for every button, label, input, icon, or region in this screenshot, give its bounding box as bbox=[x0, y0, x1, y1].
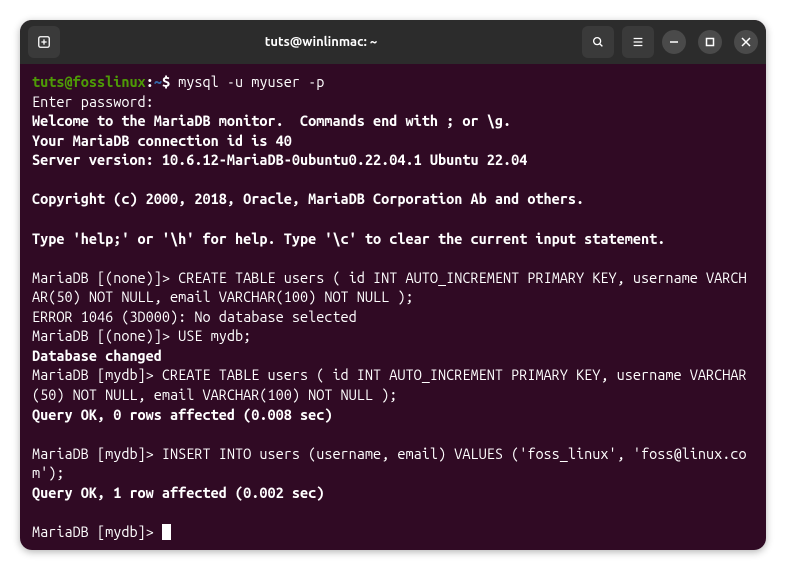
sql-statement: USE mydb; bbox=[178, 327, 251, 344]
prompt-user: tuts@fosslinux bbox=[32, 73, 146, 90]
terminal-content[interactable]: tuts@fosslinux:~$ mysql -u myuser -p Ente… bbox=[20, 64, 766, 550]
command-mysql: mysql -u myuser -p bbox=[170, 73, 324, 90]
window-title: tuts@winlinmac: ~ bbox=[60, 35, 582, 49]
maximize-button[interactable] bbox=[698, 30, 722, 54]
prompt-separator: : bbox=[146, 73, 154, 90]
cursor bbox=[162, 524, 171, 540]
output-line: Query OK, 0 rows affected (0.008 sec) bbox=[32, 405, 754, 425]
output-line: Your MariaDB connection id is 40 bbox=[32, 131, 754, 151]
output-line: Query OK, 1 row affected (0.002 sec) bbox=[32, 483, 754, 503]
output-line: Enter password: bbox=[32, 92, 754, 112]
search-button[interactable] bbox=[582, 26, 614, 58]
prompt-dollar: $ bbox=[162, 73, 170, 90]
output-line: Database changed bbox=[32, 346, 754, 366]
output-line: Welcome to the MariaDB monitor. Commands… bbox=[32, 111, 754, 131]
output-error: ERROR 1046 (3D000): No database selected bbox=[32, 307, 754, 327]
mariadb-prompt: MariaDB [mydb]> bbox=[32, 366, 162, 383]
minimize-button[interactable] bbox=[662, 30, 686, 54]
close-button[interactable] bbox=[734, 30, 758, 54]
mariadb-prompt: MariaDB [(none)]> bbox=[32, 327, 178, 344]
mariadb-prompt: MariaDB [(none)]> bbox=[32, 269, 178, 286]
menu-button[interactable] bbox=[622, 26, 654, 58]
terminal-window: tuts@winlinmac: ~ tuts@fosslinux:~$ m bbox=[20, 20, 766, 550]
mariadb-prompt: MariaDB [mydb]> bbox=[32, 523, 162, 540]
new-tab-button[interactable] bbox=[28, 26, 60, 58]
output-line: Type 'help;' or '\h' for help. Type '\c'… bbox=[32, 229, 754, 249]
output-line: Server version: 10.6.12-MariaDB-0ubuntu0… bbox=[32, 150, 754, 170]
mariadb-prompt: MariaDB [mydb]> bbox=[32, 445, 162, 462]
titlebar: tuts@winlinmac: ~ bbox=[20, 20, 766, 64]
output-line: Copyright (c) 2000, 2018, Oracle, MariaD… bbox=[32, 189, 754, 209]
prompt-path: ~ bbox=[154, 73, 162, 90]
